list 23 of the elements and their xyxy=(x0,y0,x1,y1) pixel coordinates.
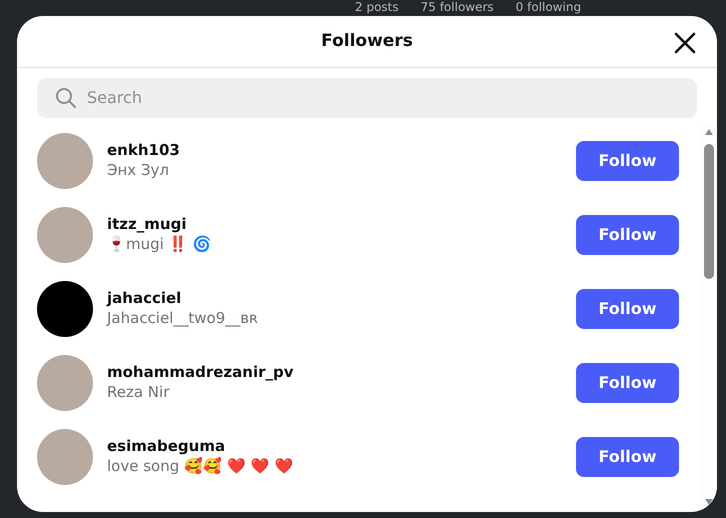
follow-button[interactable]: Follow xyxy=(576,289,679,329)
scrollbar-thumb[interactable] xyxy=(704,144,714,279)
full-name: Reza Nir xyxy=(107,382,170,404)
full-name: Энх Зул xyxy=(107,160,170,182)
username[interactable]: jahacciel xyxy=(107,288,562,308)
dialog-title: Followers xyxy=(321,30,413,53)
username[interactable]: esimabeguma xyxy=(107,436,562,456)
profile-stat[interactable]: 75 followers xyxy=(420,0,494,14)
profile-stat[interactable]: 0 following xyxy=(516,0,582,14)
username[interactable]: itzz_mugi xyxy=(107,214,562,234)
username[interactable]: enkh103 xyxy=(107,140,562,160)
full-name: 🍷mugi ‼ 🌀 xyxy=(107,234,212,256)
full-name: love song 🥰🥰 ❤ ❤ ❤ xyxy=(107,456,294,478)
follow-button[interactable]: Follow xyxy=(576,437,679,477)
follow-button[interactable]: Follow xyxy=(576,141,679,181)
follow-button[interactable]: Follow xyxy=(576,363,679,403)
scroll-up-icon[interactable] xyxy=(704,128,714,136)
scroll-down-icon[interactable] xyxy=(704,498,714,506)
profile-stat[interactable]: 2 posts xyxy=(355,0,399,14)
full-name: Jahacciel__two9__ʙʀ xyxy=(107,308,259,330)
search-field[interactable]: Search xyxy=(37,78,697,118)
username[interactable]: mohammadrezanir_pv xyxy=(107,362,562,382)
follow-button[interactable]: Follow xyxy=(576,215,679,255)
